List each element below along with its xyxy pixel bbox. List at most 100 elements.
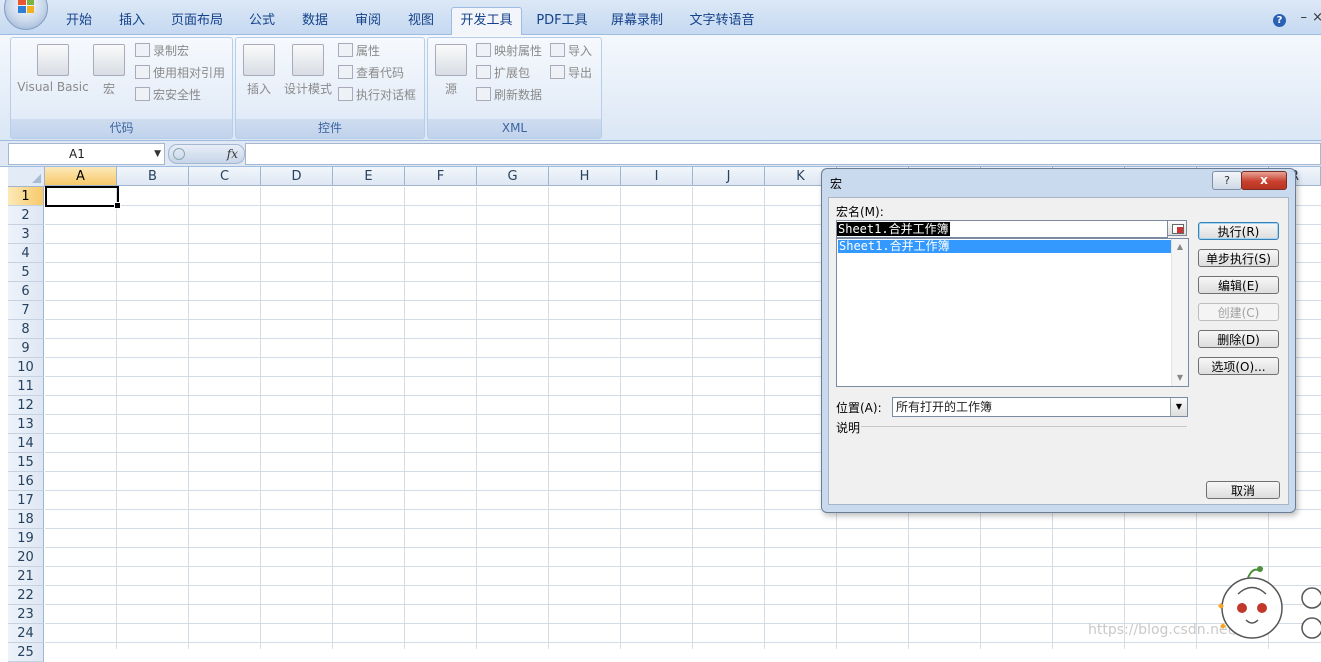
- dialog-close-button[interactable]: x: [1241, 171, 1287, 190]
- macro-name-input[interactable]: Sheet1.合并工作簿: [836, 220, 1168, 238]
- office-button[interactable]: [4, 0, 48, 30]
- column-header-a[interactable]: A: [45, 167, 117, 186]
- step-into-button[interactable]: 单步执行(S): [1198, 249, 1279, 267]
- export-button[interactable]: 导出: [550, 63, 592, 83]
- row-header-11[interactable]: 11: [8, 377, 44, 396]
- design-mode-button[interactable]: 设计模式: [282, 44, 334, 97]
- scroll-up-icon[interactable]: ▲: [1172, 240, 1188, 254]
- row-header-1[interactable]: 1: [8, 187, 44, 206]
- row-header-13[interactable]: 13: [8, 415, 44, 434]
- warning-icon: [135, 87, 150, 101]
- tab-text-to-speech[interactable]: 文字转语音: [682, 8, 762, 34]
- row-header-20[interactable]: 20: [8, 548, 44, 567]
- group-controls: 插入 设计模式 属性 查看代码 执行对话框 控件: [235, 37, 425, 139]
- row-header-14[interactable]: 14: [8, 434, 44, 453]
- properties-button[interactable]: 属性: [338, 41, 380, 61]
- column-header-e[interactable]: E: [333, 167, 405, 186]
- ribbon-tab-bar: 开始 插入 页面布局 公式 数据 审阅 视图 开发工具 PDF工具 屏幕录制 文…: [0, 0, 1321, 36]
- row-header-10[interactable]: 10: [8, 358, 44, 377]
- group-xml: 源 映射属性 扩展包 刷新数据 导入 导出 XML: [427, 37, 602, 139]
- formula-input[interactable]: [245, 143, 1321, 165]
- column-header-d[interactable]: D: [261, 167, 333, 186]
- row-header-25[interactable]: 25: [8, 643, 44, 662]
- map-properties-icon: [476, 43, 491, 57]
- group-controls-title: 控件: [236, 119, 424, 138]
- row-header-4[interactable]: 4: [8, 244, 44, 263]
- record-macro-button[interactable]: 录制宏: [135, 41, 189, 61]
- tab-view[interactable]: 视图: [399, 8, 443, 34]
- tab-formulas[interactable]: 公式: [240, 8, 284, 34]
- macro-security-label: 宏安全性: [153, 88, 202, 102]
- macros-button[interactable]: 宏: [93, 44, 125, 97]
- row-header-12[interactable]: 12: [8, 396, 44, 415]
- import-button[interactable]: 导入: [550, 41, 592, 61]
- macro-list-item[interactable]: Sheet1.合并工作簿: [838, 240, 1171, 253]
- active-cell-a1[interactable]: [45, 186, 119, 207]
- tab-page-layout[interactable]: 页面布局: [164, 8, 230, 34]
- fill-handle[interactable]: [114, 202, 121, 209]
- run-button[interactable]: 执行(R): [1198, 222, 1279, 240]
- refresh-data-button[interactable]: 刷新数据: [476, 85, 542, 105]
- row-header-17[interactable]: 17: [8, 491, 44, 510]
- macro-list-scrollbar[interactable]: ▲ ▼: [1171, 239, 1188, 386]
- column-header-g[interactable]: G: [477, 167, 549, 186]
- location-select[interactable]: 所有打开的工作簿 ▼: [892, 397, 1188, 417]
- row-header-24[interactable]: 24: [8, 624, 44, 643]
- column-header-i[interactable]: I: [621, 167, 693, 186]
- column-header-b[interactable]: B: [117, 167, 189, 186]
- expansion-packs-label: 扩展包: [494, 66, 531, 80]
- column-header-h[interactable]: H: [549, 167, 621, 186]
- cancel-button[interactable]: 取消: [1206, 481, 1280, 499]
- scroll-down-icon[interactable]: ▼: [1172, 371, 1188, 385]
- close-window-icon[interactable]: ×: [1312, 10, 1321, 25]
- tab-pdf-tools[interactable]: PDF工具: [530, 8, 594, 34]
- description-divider: [861, 426, 1187, 427]
- xml-source-button[interactable]: 源: [434, 44, 468, 97]
- row-header-5[interactable]: 5: [8, 263, 44, 282]
- visual-basic-button[interactable]: Visual Basic: [17, 44, 89, 94]
- dialog-help-button[interactable]: ?: [1212, 171, 1242, 190]
- run-dialog-button[interactable]: 执行对话框: [338, 85, 416, 105]
- edit-button[interactable]: 编辑(E): [1198, 276, 1279, 294]
- select-all-corner[interactable]: [8, 167, 45, 187]
- name-box[interactable]: A1 ▼: [8, 143, 165, 165]
- row-header-9[interactable]: 9: [8, 339, 44, 358]
- collapse-dialog-button[interactable]: [1167, 220, 1187, 236]
- insert-control-button[interactable]: 插入: [242, 44, 276, 97]
- macro-list[interactable]: Sheet1.合并工作簿 ▲ ▼: [836, 238, 1189, 387]
- expansion-packs-button[interactable]: 扩展包: [476, 63, 530, 83]
- row-header-16[interactable]: 16: [8, 472, 44, 491]
- delete-button[interactable]: 删除(D): [1198, 330, 1279, 348]
- row-header-18[interactable]: 18: [8, 510, 44, 529]
- tab-review[interactable]: 审阅: [346, 8, 390, 34]
- chevron-down-icon[interactable]: ▼: [154, 144, 161, 164]
- row-header-22[interactable]: 22: [8, 586, 44, 605]
- row-header-6[interactable]: 6: [8, 282, 44, 301]
- row-header-15[interactable]: 15: [8, 453, 44, 472]
- insert-function-button[interactable]: fx: [168, 144, 245, 164]
- help-icon[interactable]: ?: [1273, 14, 1286, 27]
- options-button[interactable]: 选项(O)...: [1198, 357, 1279, 375]
- column-header-f[interactable]: F: [405, 167, 477, 186]
- row-header-7[interactable]: 7: [8, 301, 44, 320]
- tab-home[interactable]: 开始: [57, 8, 101, 34]
- row-header-8[interactable]: 8: [8, 320, 44, 339]
- column-header-c[interactable]: C: [189, 167, 261, 186]
- tab-screen-record[interactable]: 屏幕录制: [604, 8, 670, 34]
- view-code-button[interactable]: 查看代码: [338, 63, 404, 83]
- row-header-19[interactable]: 19: [8, 529, 44, 548]
- row-header-2[interactable]: 2: [8, 206, 44, 225]
- minimize-icon[interactable]: –: [1301, 10, 1308, 25]
- column-header-j[interactable]: J: [693, 167, 765, 186]
- map-properties-button[interactable]: 映射属性: [476, 41, 542, 61]
- relative-reference-button[interactable]: 使用相对引用: [135, 63, 225, 83]
- tab-insert[interactable]: 插入: [110, 8, 154, 34]
- macro-security-button[interactable]: 宏安全性: [135, 85, 201, 105]
- record-macro-icon: [135, 43, 150, 57]
- row-header-21[interactable]: 21: [8, 567, 44, 586]
- row-header-23[interactable]: 23: [8, 605, 44, 624]
- chevron-down-icon[interactable]: ▼: [1170, 398, 1187, 416]
- tab-developer[interactable]: 开发工具: [451, 7, 522, 36]
- tab-data[interactable]: 数据: [293, 8, 337, 34]
- row-header-3[interactable]: 3: [8, 225, 44, 244]
